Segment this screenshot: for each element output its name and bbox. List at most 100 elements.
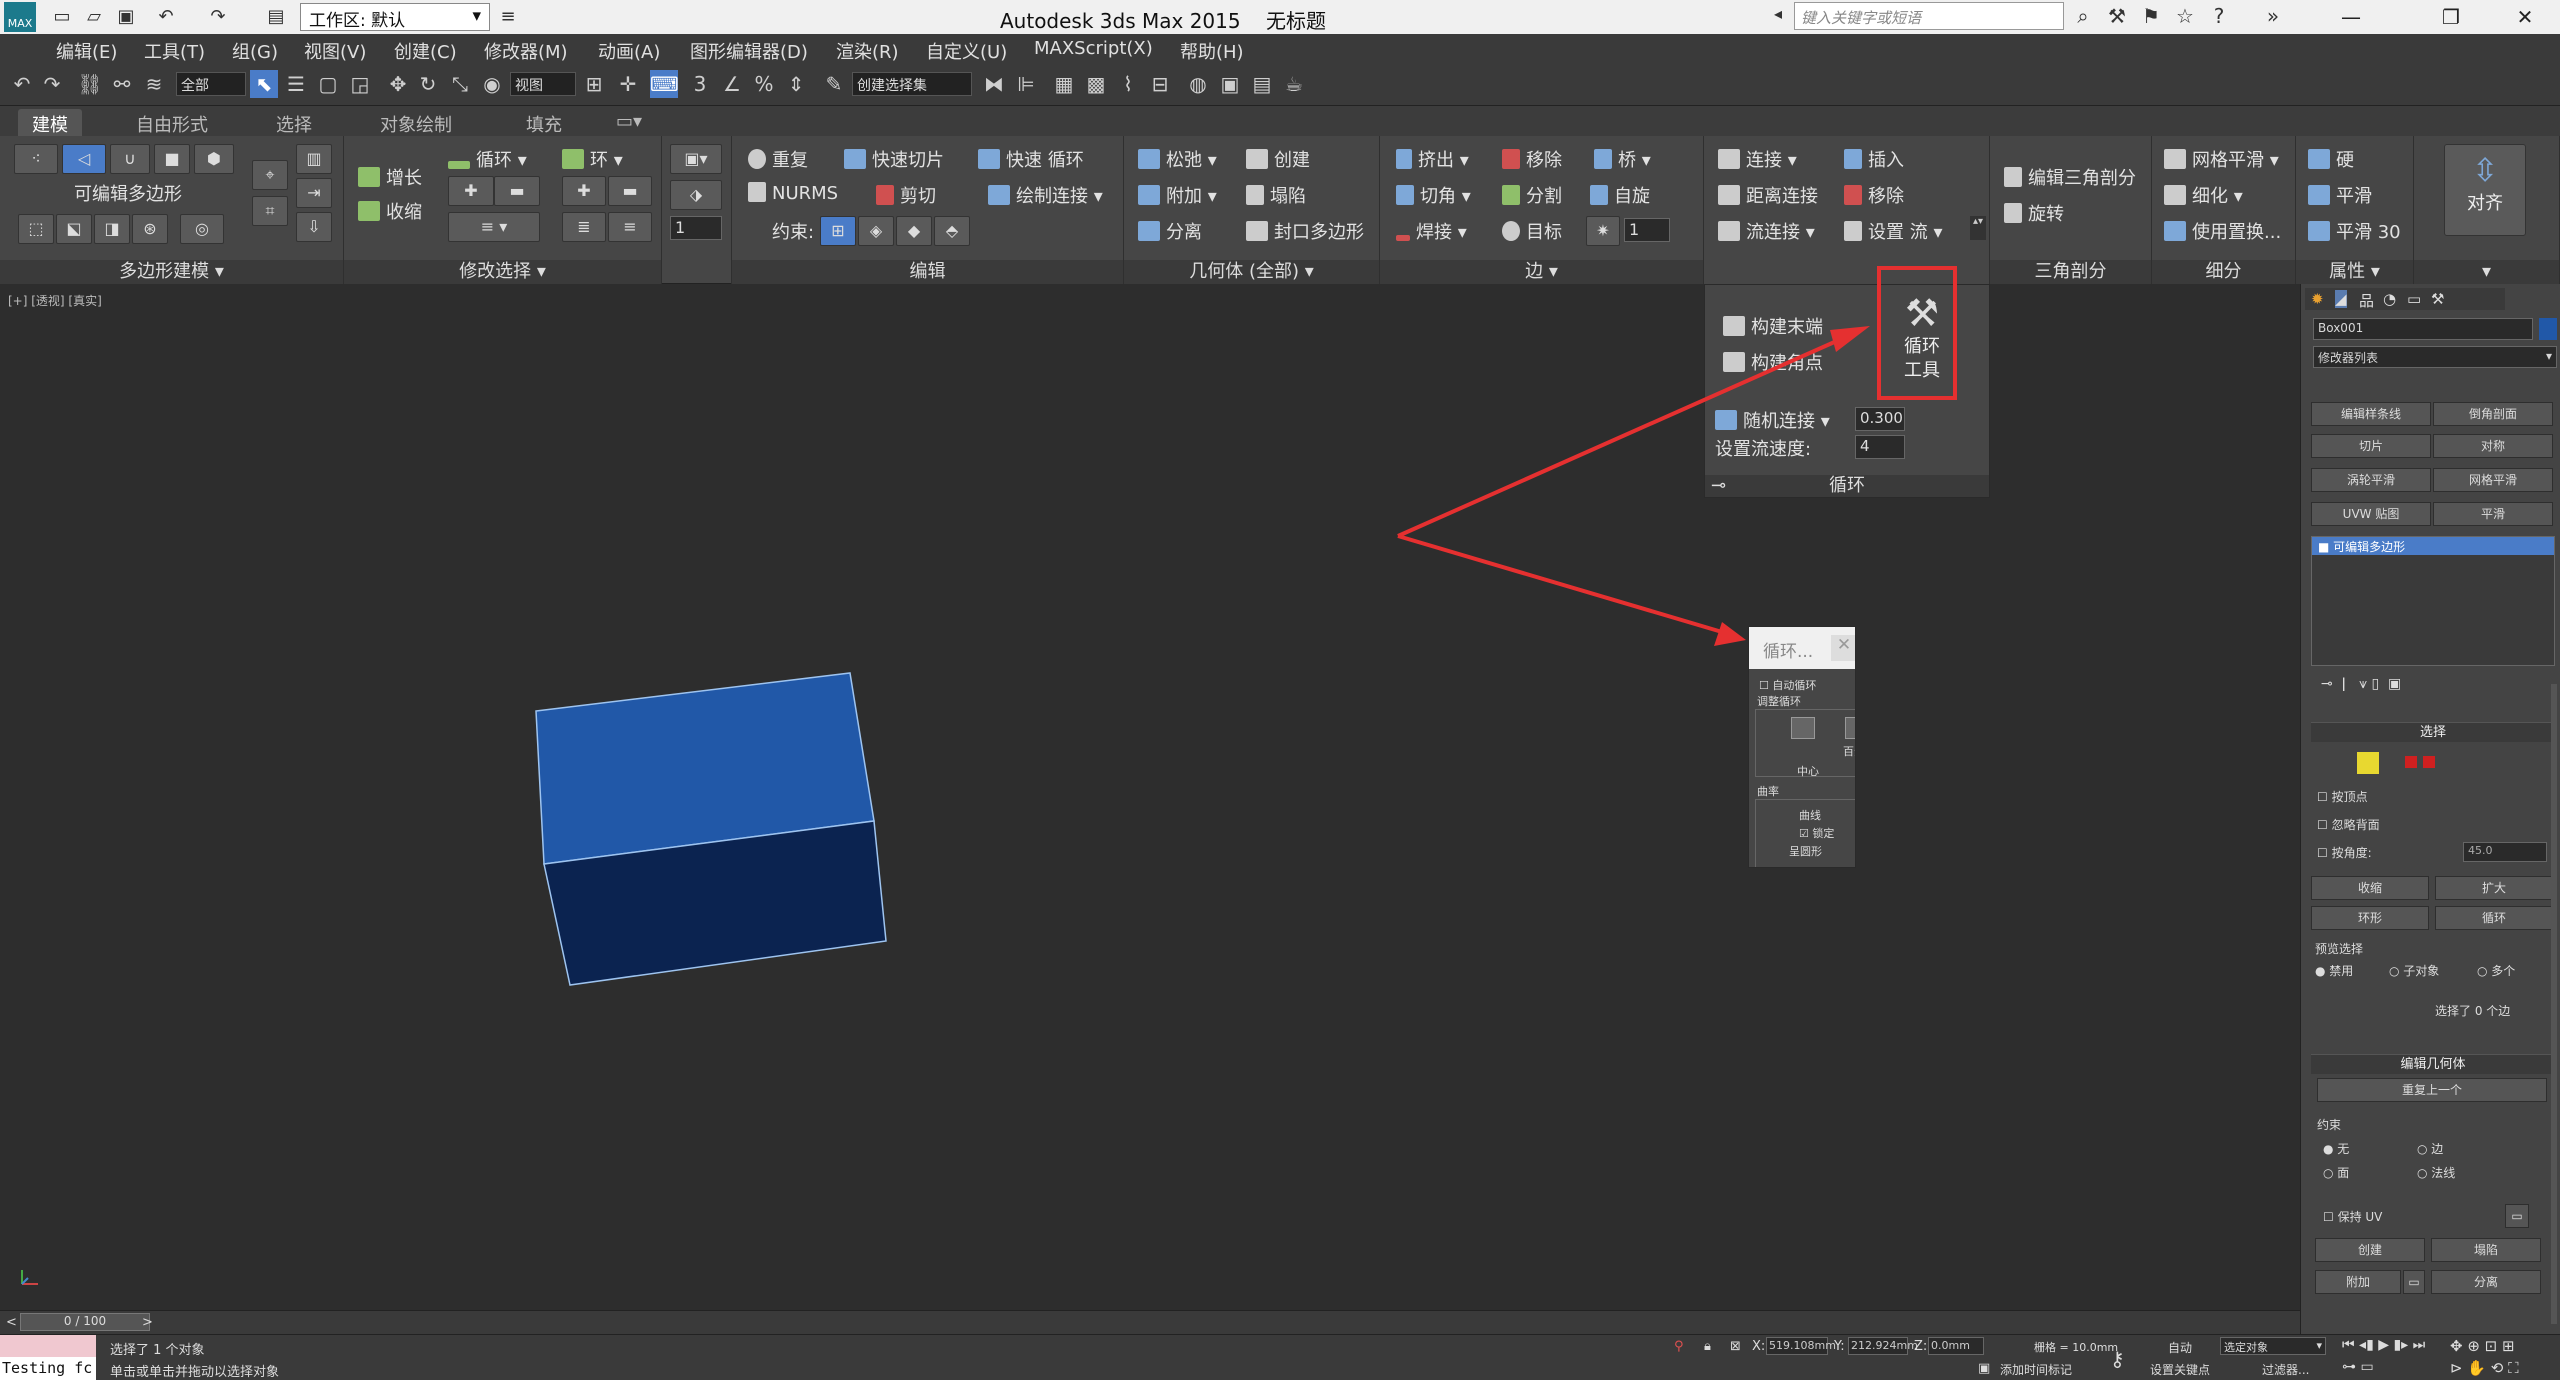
adjust-icon-2[interactable] <box>1845 717 1855 739</box>
by-vertex-checkbox[interactable]: ☐ 按顶点 <box>2317 788 2368 805</box>
by-angle-checkbox[interactable]: ☐ 按角度: <box>2317 844 2372 861</box>
command-panel-tabs: ✹ ◢ 品 ◔ ▭ ⚒ <box>2305 288 2505 310</box>
key-filter-dropdown[interactable]: 选定对象 ▾ <box>2220 1337 2326 1355</box>
utilities-tab-icon[interactable]: ⚒ <box>2431 290 2444 308</box>
grow-sel-button[interactable]: 扩大 <box>2435 876 2553 900</box>
selection-status: 选择了 1 个对象 <box>110 1343 205 1358</box>
constraint-none-radio[interactable]: ● 无 <box>2323 1140 2349 1157</box>
create-geo-button[interactable]: 创建 <box>2315 1238 2425 1262</box>
preview-multi-radio[interactable]: ○ 多个 <box>2477 962 2515 979</box>
z-coord-field[interactable]: 0.0mm <box>1928 1337 1984 1355</box>
display-tab-icon[interactable]: ▭ <box>2407 290 2421 308</box>
preview-off-label: 禁用 <box>2329 964 2354 978</box>
stack-item-editable-poly[interactable]: ■ 可编辑多边形 <box>2312 537 2554 555</box>
ignore-backface-checkbox[interactable]: ☐ 忽略背面 <box>2317 816 2380 833</box>
preserve-uv-checkbox[interactable]: ☐ 保持 UV <box>2323 1208 2382 1225</box>
auto-loop-checkbox[interactable]: ☐ 自动循环 <box>1759 677 1816 693</box>
mod-edit-spline-button[interactable]: 编辑样条线 <box>2311 402 2431 426</box>
timeline-prev-icon[interactable]: < <box>6 1315 17 1330</box>
y-coord-field[interactable]: 212.924mm <box>1848 1337 1918 1355</box>
mod-smooth-button[interactable]: 平滑 <box>2433 502 2553 526</box>
mod-turbosmooth-button[interactable]: 涡轮平滑 <box>2311 468 2431 492</box>
y-coord-label: Y: <box>1834 1339 1845 1354</box>
motion-tab-icon[interactable]: ◔ <box>2383 290 2396 308</box>
lock-label: 锁定 <box>1812 827 1835 840</box>
modifier-list-dropdown[interactable]: 修改器列表 ▾ <box>2313 346 2557 368</box>
element-select-icon[interactable] <box>2423 756 2435 768</box>
timeline-next-icon[interactable]: > <box>142 1315 153 1330</box>
time-slider-thumb[interactable]: 0 / 100 <box>20 1313 150 1331</box>
curve-button[interactable]: 曲线 <box>1799 807 1821 823</box>
ignore-backface-label: 忽略背面 <box>2331 818 2380 832</box>
repeat-last-button[interactable]: 重复上一个 <box>2317 1078 2547 1102</box>
time-slider[interactable]: < 0 / 100 > <box>0 1310 2300 1334</box>
object-color-swatch[interactable] <box>2539 318 2557 340</box>
constraint-face-label: 面 <box>2337 1166 2350 1180</box>
key-filters-button[interactable]: 过滤器... <box>2262 1361 2309 1378</box>
lock-checkbox[interactable]: ☑ 锁定 <box>1799 825 1834 841</box>
add-time-tag-button[interactable]: 添加时间标记 <box>2000 1361 2072 1378</box>
viewport-nav-controls[interactable]: ✥ ⊕ ⊡ ⊞ <box>2450 1337 2515 1355</box>
loop-sel-button[interactable]: 循环 <box>2435 906 2553 930</box>
key-mode-icon[interactable]: ⊶ ▭ <box>2342 1359 2374 1375</box>
constraint-face-radio[interactable]: ○ 面 <box>2323 1164 2349 1181</box>
annotation-arrows <box>1397 326 1870 646</box>
mod-slice-button[interactable]: 切片 <box>2311 434 2431 458</box>
preserve-uv-settings-icon[interactable]: ▭ <box>2505 1204 2529 1228</box>
mod-symmetry-button[interactable]: 对称 <box>2433 434 2553 458</box>
set-key-icon[interactable]: ⚷ <box>2110 1347 2125 1371</box>
dialog-title[interactable]: 循环... ✕ <box>1749 627 1855 669</box>
viewport-nav-controls-2[interactable]: ⊳ ✋ ⟲ ⛶ <box>2450 1359 2519 1377</box>
arrow-to-loop-tools <box>1397 334 1849 538</box>
arrowhead-dialog <box>1714 622 1746 646</box>
preview-subobj-radio[interactable]: ○ 子对象 <box>2389 962 2439 979</box>
set-key-button[interactable]: 设置关键点 <box>2150 1361 2210 1378</box>
angle-spinner[interactable]: 45.0 <box>2463 842 2547 862</box>
detach-geo-button[interactable]: 分离 <box>2431 1270 2541 1294</box>
circle-button[interactable]: 呈圆形 <box>1789 843 1822 859</box>
hierarchy-tab-icon[interactable]: 品 <box>2359 290 2374 311</box>
modifier-stack: ■ 可编辑多边形 <box>2311 536 2555 666</box>
edge-select-icon[interactable] <box>2357 752 2379 774</box>
x-coord-field[interactable]: 519.108mm <box>1766 1337 1836 1355</box>
command-panel: ✹ ◢ 品 ◔ ▭ ⚒ Box001 修改器列表 ▾ 编辑样条线 倒角剖面 切片 … <box>2300 284 2560 1380</box>
auto-loop-label: 自动循环 <box>1772 679 1817 692</box>
loop-tools-dialog: 循环...✕ ☐ 自动循环 调整循环 百分 中心 曲率 曲线 ☑ 锁定 呈圆形 <box>1748 626 1856 868</box>
mod-meshsmooth-button[interactable]: 网格平滑 <box>2433 468 2553 492</box>
selection-rollout-header[interactable]: 选择 <box>2311 722 2555 742</box>
collapse-geo-button[interactable]: 塌陷 <box>2431 1238 2541 1262</box>
isolate-icon[interactable]: ⚲ <box>1674 1339 1684 1354</box>
abs-mode-icon[interactable]: ⊠ <box>1730 1339 1741 1354</box>
constraint-normal-label: 法线 <box>2431 1166 2456 1180</box>
edit-geometry-rollout-header[interactable]: 编辑几何体 <box>2311 1054 2555 1074</box>
close-icon[interactable]: ✕ <box>1831 635 1855 661</box>
adjust-loop-label: 调整循环 <box>1757 695 1801 708</box>
playback-controls[interactable]: ⏮ ◂▮ ▶ ▮▸ ⏭ <box>2342 1337 2425 1353</box>
maxscript-mini-input[interactable]: Testing fc <box>0 1357 96 1380</box>
constraint-normal-radio[interactable]: ○ 法线 <box>2417 1164 2455 1181</box>
lock-selection-icon[interactable]: 🔒︎ <box>1704 1339 1711 1354</box>
preview-off-radio[interactable]: ● 禁用 <box>2315 962 2353 979</box>
polygon-select-icon[interactable] <box>2405 756 2417 768</box>
z-coord-label: Z: <box>1914 1339 1928 1354</box>
preview-subobj-label: 子对象 <box>2403 964 2440 978</box>
modify-tab-icon[interactable]: ◢ <box>2335 290 2347 308</box>
stack-tools-icons[interactable]: ⊸ ǀ ⩛ ▯ ▣ <box>2321 676 2401 692</box>
adjust-icon-1[interactable] <box>1791 717 1815 739</box>
curvature-label: 曲率 <box>1757 785 1779 798</box>
command-panel-scrollbar[interactable] <box>2551 684 2557 1324</box>
ring-sel-button[interactable]: 环形 <box>2311 906 2429 930</box>
auto-key-button[interactable]: 自动 <box>2168 1339 2192 1356</box>
attach-list-icon[interactable]: ▭ <box>2403 1270 2425 1294</box>
maxscript-listener-pink[interactable] <box>0 1335 96 1357</box>
attach-geo-button[interactable]: 附加 <box>2315 1270 2401 1294</box>
create-tab-icon[interactable]: ✹ <box>2311 290 2324 308</box>
preserve-uv-label: 保持 UV <box>2337 1210 2383 1224</box>
constraint-edge-radio[interactable]: ○ 边 <box>2417 1140 2443 1157</box>
mod-bevel-profile-button[interactable]: 倒角剖面 <box>2433 402 2553 426</box>
time-tag-icon[interactable]: ▣ <box>1978 1361 1990 1376</box>
preview-multi-label: 多个 <box>2491 964 2516 978</box>
object-name-input[interactable]: Box001 <box>2313 318 2533 340</box>
shrink-sel-button[interactable]: 收缩 <box>2311 876 2429 900</box>
mod-uvw-map-button[interactable]: UVW 贴图 <box>2311 502 2431 526</box>
